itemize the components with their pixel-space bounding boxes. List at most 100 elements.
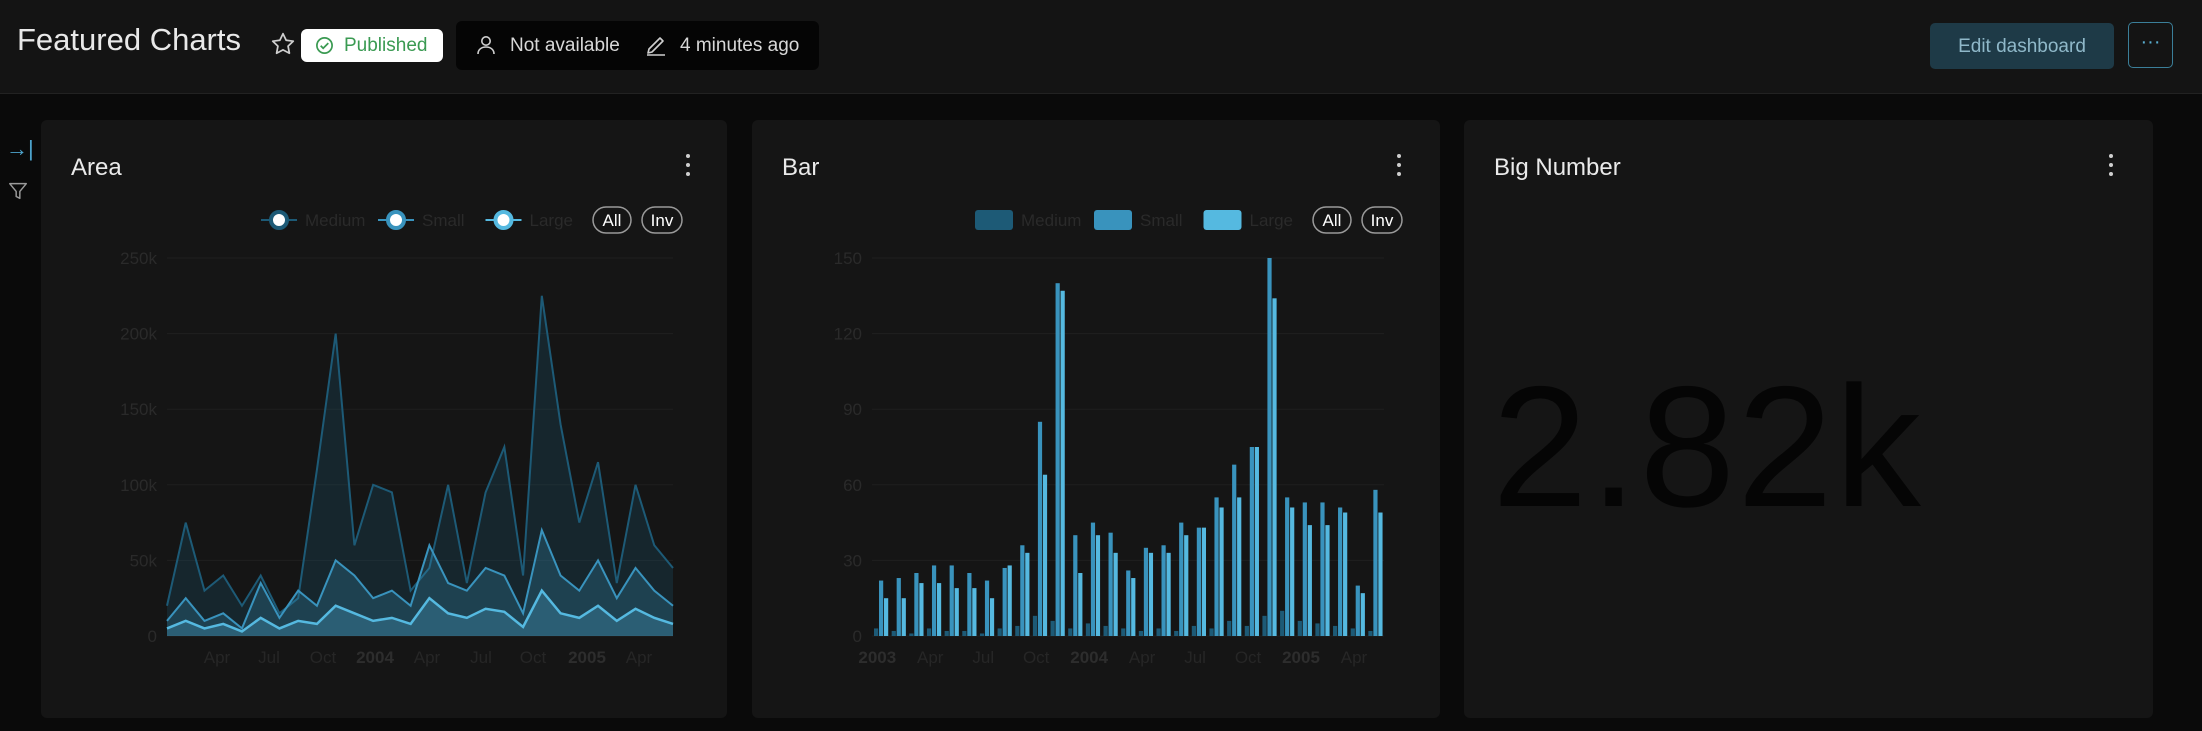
area-chart-card: Area Medium Small Large All Inv 0 50k 100k 150k 2… (41, 120, 727, 718)
bar-large (1307, 525, 1312, 636)
legend-swatch-1 (1094, 210, 1132, 230)
bar-large (972, 588, 977, 636)
y-tick-label: 150 (834, 249, 862, 268)
bar-large (1148, 552, 1154, 636)
y-tick-label: 0 (148, 627, 157, 646)
more-options-button[interactable]: ··· (2128, 22, 2173, 68)
modified-text: 4 minutes ago (680, 35, 800, 56)
legend-marker-0 (269, 210, 289, 230)
y-tick-label: 60 (843, 476, 862, 495)
bar-small (949, 565, 954, 636)
bar-medium (944, 630, 949, 636)
x-tick-label: 2005 (1282, 648, 1320, 667)
bar-small (1249, 447, 1254, 636)
bar-chart-card: Bar Medium Small Large All Inv 0 30 60 90 120 150 2… (752, 120, 1440, 718)
y-tick-label: 90 (843, 400, 862, 419)
bar-large (936, 583, 942, 636)
bar-medium (909, 633, 914, 636)
legend-all-label: All (1323, 211, 1342, 230)
bar-large (989, 598, 995, 636)
bar-large (1254, 447, 1259, 636)
bar-medium (1085, 623, 1091, 636)
big-number-card-menu-icon[interactable] (2105, 154, 2117, 182)
status-label: Published (344, 35, 428, 56)
bar-large (1131, 578, 1136, 636)
legend-inv-label: Inv (1371, 211, 1394, 230)
bar-large (1042, 474, 1048, 636)
bar-small (1020, 545, 1025, 636)
expand-filters-icon[interactable]: →| (6, 136, 34, 162)
bar-small (1108, 532, 1113, 636)
legend-swatch-0 (975, 210, 1013, 230)
bar-large (1060, 290, 1065, 636)
bar-large (884, 598, 889, 636)
bar-small (1285, 497, 1290, 636)
legend-label-0: Medium (1021, 211, 1081, 230)
y-tick-label: 120 (834, 325, 862, 344)
bar-medium (1315, 623, 1320, 636)
bar-large (1201, 527, 1207, 636)
bar-medium (1333, 625, 1338, 636)
bar-medium (979, 633, 985, 636)
star-icon[interactable] (270, 31, 296, 57)
bar-medium (1068, 628, 1073, 636)
big-number-value: 2.82k (1492, 351, 1923, 543)
x-tick-label: Oct (520, 648, 547, 667)
bar-small (1002, 567, 1007, 636)
bar-large (1025, 552, 1030, 636)
bar-chart: Medium Small Large All Inv 0 30 60 90 120 150 2003 A… (834, 206, 1403, 667)
legend-label-2: Large (530, 211, 573, 230)
bar-small (1302, 502, 1307, 636)
legend-swatch-2 (1203, 210, 1242, 230)
legend-label-2: Large (1250, 211, 1293, 230)
dashboard-title: Featured Charts (17, 22, 241, 57)
bar-small (1090, 522, 1096, 636)
bar-medium (1209, 628, 1214, 636)
bar-small (1232, 464, 1237, 636)
bar-small (1373, 489, 1378, 636)
bar-large (919, 583, 924, 636)
bar-small (1179, 522, 1184, 636)
legend-label-0: Medium (305, 211, 365, 230)
bar-medium (874, 628, 879, 636)
x-tick-label: Apr (626, 648, 653, 667)
x-tick-label: Jul (470, 648, 492, 667)
bar-medium (1156, 628, 1161, 636)
bar-large (1360, 593, 1365, 636)
x-tick-label: Apr (1129, 648, 1156, 667)
bar-medium (1103, 625, 1108, 636)
edit-dashboard-button[interactable]: Edit dashboard (1930, 23, 2114, 69)
filter-icon[interactable] (7, 180, 29, 202)
x-tick-label: Oct (1235, 648, 1262, 667)
bar-large (1219, 507, 1224, 636)
bar-medium (1350, 628, 1355, 636)
bar-medium (1297, 620, 1302, 636)
bar-medium (1368, 630, 1373, 636)
x-tick-label: Apr (1341, 648, 1368, 667)
bar-medium (1138, 630, 1144, 636)
bar-small (1267, 258, 1272, 636)
bar-medium (1191, 625, 1196, 636)
x-tick-label: Jul (258, 648, 280, 667)
status-badge[interactable]: Published (301, 29, 443, 62)
bar-large (901, 598, 906, 636)
bar-large (1237, 497, 1242, 636)
bar-small (1214, 497, 1219, 636)
bar-small (1355, 585, 1360, 636)
x-tick-label: Jul (1184, 648, 1206, 667)
bar-medium (1032, 615, 1038, 636)
bar-small (879, 580, 884, 636)
bar-small (1037, 421, 1043, 636)
bar-medium (926, 628, 932, 636)
big-number-card-title: Big Number (1494, 154, 1621, 181)
x-tick-label: 2004 (356, 648, 394, 667)
dashboard-header: Featured Charts Published Not available … (0, 0, 2202, 94)
y-tick-label: 250k (120, 249, 157, 268)
bar-large (1113, 552, 1118, 636)
bar-large (1007, 565, 1012, 636)
bar-medium (1121, 628, 1126, 636)
bar-large (1095, 535, 1101, 636)
bar-small (967, 573, 972, 636)
y-tick-label: 150k (120, 400, 157, 419)
bar-medium (1280, 610, 1285, 636)
